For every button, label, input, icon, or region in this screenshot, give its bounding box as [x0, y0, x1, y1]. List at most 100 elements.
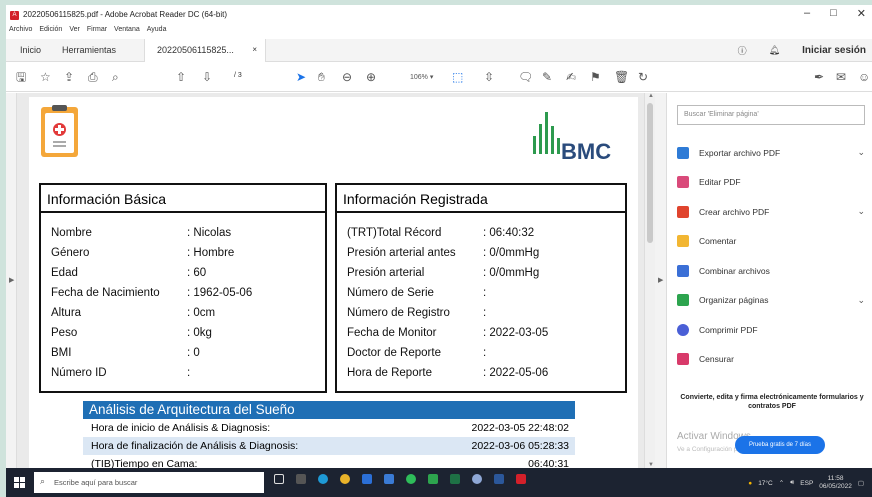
zoom-in-icon[interactable]: ⊕	[366, 70, 376, 84]
tools-list: Exportar archivo PDF ⌄ Editar PDF Crear a…	[677, 138, 867, 374]
print-icon[interactable]: ⎙	[88, 70, 98, 84]
tab-bar: Inicio Herramientas 20220506115825... × …	[6, 39, 872, 62]
title-bar: A 20220506115825.pdf - Adobe Acrobat Rea…	[6, 5, 872, 27]
hand-tool-icon[interactable]: ✋︎	[318, 70, 325, 84]
table-row: Hora de finalización de Análisis & Diagn…	[83, 437, 575, 455]
acrobat-window: A 20220506115825.pdf - Adobe Acrobat Rea…	[6, 5, 872, 497]
bmc-logo: BMC	[519, 109, 629, 164]
tool-editar-pdf[interactable]: Editar PDF	[677, 168, 867, 198]
minimize-button[interactable]: –	[804, 7, 810, 20]
left-panel-toggle[interactable]: ▶	[6, 93, 17, 468]
basic-row: BMI: 0	[51, 347, 200, 359]
menu-ventana[interactable]: Ventana	[114, 26, 140, 38]
bookmark-star-icon[interactable]: ☆	[40, 70, 51, 84]
task-view-icon[interactable]	[274, 474, 284, 484]
excel-icon[interactable]	[450, 474, 460, 484]
share-icon[interactable]: ⇪	[64, 70, 74, 84]
find-icon[interactable]: ⌕	[112, 70, 119, 84]
zoom-select[interactable]: 106% ▾	[410, 73, 433, 81]
vertical-scrollbar[interactable]: ▲ ▼	[644, 93, 655, 468]
scroll-thumb[interactable]	[647, 103, 653, 243]
tool-crear-pdf[interactable]: Crear archivo PDF ⌄	[677, 197, 867, 227]
page-indicator: 1 / 3	[234, 72, 246, 368]
edge-icon[interactable]	[318, 474, 328, 484]
tool-organizar[interactable]: Organizar páginas ⌄	[677, 286, 867, 316]
tray-chevron-icon[interactable]: ⌃	[779, 479, 784, 487]
scroll-up-icon[interactable]: ▲	[648, 93, 654, 99]
sign-icon[interactable]: ✒	[814, 70, 824, 84]
notifications-icon[interactable]: 🔔︎	[769, 45, 780, 56]
weather-temp[interactable]: 17°C	[758, 480, 773, 487]
maps-icon[interactable]	[428, 474, 438, 484]
stamp-icon[interactable]: ⚑	[590, 70, 601, 84]
volume-icon[interactable]: 🔊︎	[790, 479, 794, 487]
tool-comentar[interactable]: Comentar	[677, 227, 867, 257]
word-icon[interactable]	[494, 474, 504, 484]
tools-search-input[interactable]: Buscar 'Eliminar página'	[677, 105, 865, 125]
weather-icon[interactable]: ●	[748, 480, 752, 487]
tab-document-label: 20220506115825...	[157, 45, 234, 55]
scroll-mode-icon[interactable]: ⇳	[484, 70, 494, 84]
app-icon[interactable]	[472, 474, 482, 484]
sign-in-button[interactable]: Iniciar sesión	[802, 45, 866, 56]
tab-document[interactable]: 20220506115825... ×	[144, 39, 266, 62]
start-button[interactable]	[14, 477, 25, 488]
free-trial-button[interactable]: Prueba gratis de 7 días	[735, 436, 825, 454]
tool-censurar[interactable]: Censurar	[677, 345, 867, 375]
menu-ayuda[interactable]: Ayuda	[147, 26, 167, 38]
highlight-icon[interactable]: ✎	[542, 70, 552, 84]
registered-row: Presión arterial antes: 0/0mmHg	[347, 247, 540, 259]
basic-row: Altura: 0cm	[51, 307, 216, 319]
tab-herramientas[interactable]: Herramientas	[62, 45, 116, 55]
menu-firmar[interactable]: Firmar	[87, 26, 107, 38]
rotate-icon[interactable]: ↻	[638, 70, 648, 84]
delete-icon[interactable]: 🗑︎	[614, 70, 629, 84]
chevron-down-icon[interactable]: ⌄	[857, 295, 865, 306]
chrome-icon[interactable]	[340, 474, 350, 484]
close-tab-icon[interactable]: ×	[252, 45, 257, 54]
promo-text: Convierte, edita y firma electrónicament…	[680, 394, 864, 410]
menu-ver[interactable]: Ver	[69, 26, 80, 38]
close-window-button[interactable]: ✕	[857, 7, 866, 20]
windows-taskbar: ⌕ Escribe aquí para buscar ● 17°C ⌃ 🔊︎ ES…	[6, 468, 872, 497]
page-up-icon[interactable]: ⇧	[176, 70, 186, 84]
account-icon[interactable]: ☺	[858, 70, 870, 84]
widgets-icon[interactable]	[296, 474, 306, 484]
registered-row: Doctor de Reporte:	[347, 347, 487, 359]
menu-edicion[interactable]: Edición	[39, 26, 62, 38]
chevron-down-icon[interactable]: ⌄	[857, 147, 865, 158]
tool-comprimir[interactable]: Comprimir PDF	[677, 315, 867, 345]
taskbar-search-input[interactable]: ⌕ Escribe aquí para buscar	[34, 472, 264, 493]
basic-row: Edad: 60	[51, 267, 207, 279]
tool-combinar[interactable]: Combinar archivos	[677, 256, 867, 286]
maximize-button[interactable]: □	[830, 7, 837, 20]
document-viewer[interactable]: BMC Información Básica Nombre: Nicolas G…	[17, 93, 644, 468]
bmc-logo-text: BMC	[561, 139, 612, 164]
clock[interactable]: 11:58 06/05/2022	[819, 475, 852, 491]
menu-archivo[interactable]: Archivo	[9, 26, 32, 38]
tab-inicio[interactable]: Inicio	[20, 45, 41, 55]
zoom-level: 106%	[410, 74, 428, 81]
registered-row: Hora de Reporte: 2022-05-06	[347, 367, 549, 379]
acrobat-taskbar-icon[interactable]	[516, 474, 526, 484]
tool-exportar-pdf[interactable]: Exportar archivo PDF ⌄	[677, 138, 867, 168]
fit-page-icon[interactable]: ⬚	[452, 70, 463, 84]
page-down-icon[interactable]: ⇩	[202, 70, 212, 84]
mail-icon[interactable]	[362, 474, 372, 484]
help-icon[interactable]: ⓘ	[738, 44, 747, 57]
combine-files-icon	[677, 264, 689, 277]
email-icon[interactable]: ✉	[836, 70, 846, 84]
select-cursor-icon[interactable]: ➤	[296, 70, 306, 84]
notification-center-icon[interactable]: ▢	[858, 479, 864, 487]
collapse-right-pane[interactable]: ▶	[655, 93, 667, 468]
chevron-down-icon[interactable]: ⌄	[857, 206, 865, 217]
draw-icon[interactable]: ✍︎	[566, 70, 576, 84]
language[interactable]: ESP	[800, 480, 813, 487]
whatsapp-icon[interactable]	[406, 474, 416, 484]
comment-icon[interactable]: 🗨︎	[518, 70, 533, 84]
basic-row: Fecha de Nacimiento: 1962-05-06	[51, 287, 253, 299]
save-icon[interactable]: 🖫	[16, 70, 26, 84]
store-icon[interactable]	[384, 474, 394, 484]
zoom-out-icon[interactable]: ⊖	[342, 70, 352, 84]
organize-pages-icon	[677, 294, 689, 307]
